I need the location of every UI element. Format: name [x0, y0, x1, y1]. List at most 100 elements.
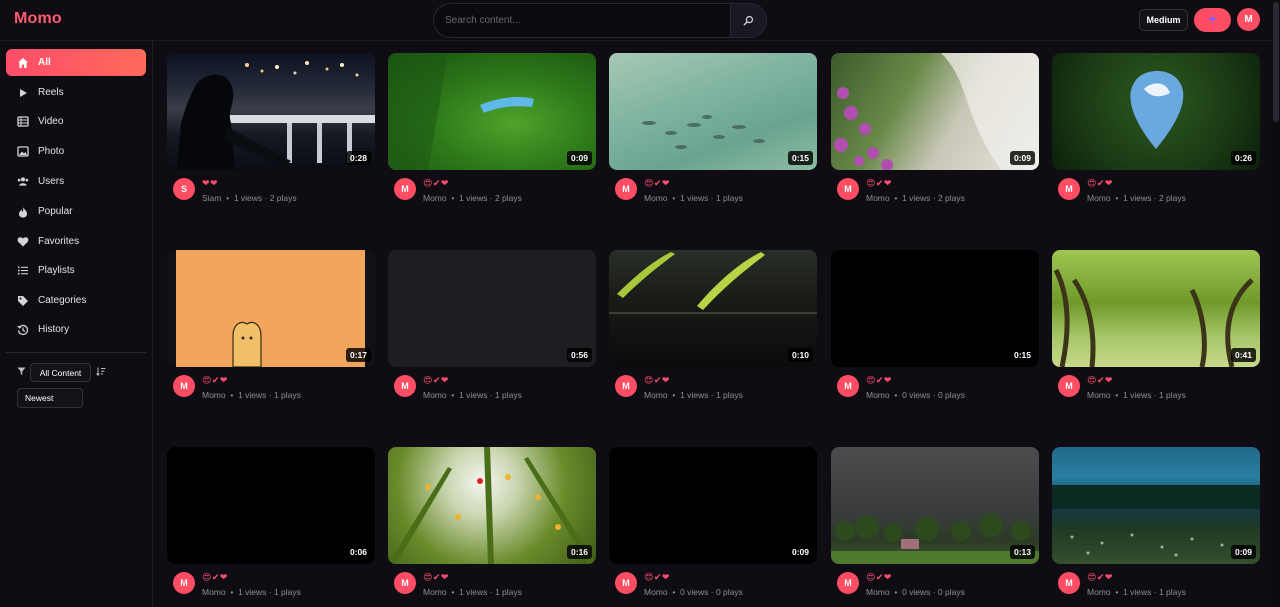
- author-name[interactable]: Momo: [423, 390, 447, 400]
- author-name[interactable]: Momo: [644, 587, 668, 597]
- reaction-icons: 😍✔❤: [423, 572, 449, 582]
- avatar[interactable]: M: [173, 572, 195, 594]
- avatar[interactable]: M: [837, 178, 859, 200]
- video-thumbnail[interactable]: 0:41: [1052, 250, 1260, 367]
- video-thumbnail[interactable]: 0:28: [167, 53, 375, 170]
- view-stats: 1 views · 1 plays: [459, 390, 522, 400]
- video-thumbnail[interactable]: 0:15: [609, 53, 817, 170]
- author-name[interactable]: Momo: [1087, 193, 1111, 203]
- avatar[interactable]: M: [394, 178, 416, 200]
- author-name[interactable]: Momo: [1087, 587, 1111, 597]
- video-thumbnail[interactable]: 0:09: [388, 53, 596, 170]
- content-filter-select[interactable]: All Content: [30, 363, 91, 382]
- sidebar-item-video[interactable]: Video: [6, 108, 146, 135]
- video-thumbnail[interactable]: 0:17: [167, 250, 375, 367]
- sidebar-item-all[interactable]: All: [6, 49, 146, 76]
- avatar[interactable]: M: [1058, 178, 1080, 200]
- card-meta: Momo • 1 views · 1 plays: [423, 390, 522, 400]
- reaction-icons: 😍✔❤: [644, 572, 670, 582]
- card-meta: Momo • 1 views · 1 plays: [423, 587, 522, 597]
- video-thumbnail[interactable]: 0:06: [167, 447, 375, 564]
- duration-badge: 0:09: [787, 545, 813, 559]
- avatar[interactable]: M: [837, 375, 859, 397]
- sidebar-item-playlists[interactable]: Playlists: [6, 257, 146, 284]
- reaction-icons: 😍✔❤: [423, 178, 449, 188]
- view-stats: 1 views · 2 plays: [233, 193, 297, 203]
- image-icon: [17, 146, 29, 158]
- duration-badge: 0:10: [787, 348, 813, 362]
- video-thumbnail[interactable]: 0:10: [609, 250, 817, 367]
- sidebar-item-popular[interactable]: Popular: [6, 198, 146, 225]
- card-meta: Momo • 1 views · 1 plays: [1087, 587, 1186, 597]
- video-thumbnail[interactable]: 0:16: [388, 447, 596, 564]
- sidebar-item-label: Video: [38, 115, 64, 127]
- author-name[interactable]: Momo: [1087, 390, 1111, 400]
- video-thumbnail[interactable]: 0:15: [831, 250, 1039, 367]
- view-stats: 1 views · 1 plays: [238, 390, 301, 400]
- sort-order-select[interactable]: Newest: [17, 388, 83, 408]
- video-thumbnail[interactable]: 0:09: [831, 53, 1039, 170]
- sidebar-item-reels[interactable]: Reels: [6, 79, 146, 106]
- avatar[interactable]: M: [615, 375, 637, 397]
- app-logo[interactable]: Momo: [14, 10, 62, 28]
- author-name[interactable]: Momo: [423, 587, 447, 597]
- view-stats: 1 views · 1 plays: [238, 587, 301, 597]
- avatar[interactable]: M: [615, 572, 637, 594]
- card-meta: Momo • 0 views · 0 plays: [866, 390, 965, 400]
- video-thumbnail[interactable]: 0:56: [388, 250, 596, 367]
- sort-icon[interactable]: [96, 367, 106, 376]
- author-name[interactable]: Momo: [866, 587, 890, 597]
- avatar[interactable]: M: [1058, 572, 1080, 594]
- avatar[interactable]: M: [615, 178, 637, 200]
- video-thumbnail[interactable]: 0:13: [831, 447, 1039, 564]
- user-avatar[interactable]: M: [1237, 8, 1260, 31]
- duration-badge: 0:13: [1009, 545, 1035, 559]
- avatar[interactable]: M: [394, 572, 416, 594]
- author-name[interactable]: Momo: [423, 193, 447, 203]
- avatar[interactable]: M: [1058, 375, 1080, 397]
- home-icon: [17, 57, 29, 69]
- author-name[interactable]: Siam: [202, 193, 221, 203]
- sidebar-item-categories[interactable]: Categories: [6, 287, 146, 314]
- author-name[interactable]: Momo: [202, 390, 226, 400]
- video-thumbnail[interactable]: 0:09: [1052, 447, 1260, 564]
- sidebar-divider: [6, 352, 146, 353]
- author-name[interactable]: Momo: [644, 390, 668, 400]
- card-meta: Momo • 1 views · 1 plays: [644, 193, 743, 203]
- card-meta: Momo • 1 views · 2 plays: [423, 193, 522, 203]
- scrollbar-thumb[interactable]: [1273, 2, 1279, 122]
- sidebar-item-photo[interactable]: Photo: [6, 138, 146, 165]
- card-meta: Momo • 1 views · 1 plays: [1087, 390, 1186, 400]
- author-name[interactable]: Momo: [866, 390, 890, 400]
- avatar[interactable]: M: [173, 375, 195, 397]
- create-button[interactable]: +: [1194, 8, 1231, 32]
- sidebar-item-label: All: [38, 56, 51, 68]
- video-thumbnail[interactable]: 0:26: [1052, 53, 1260, 170]
- sidebar-item-label: History: [38, 323, 70, 335]
- duration-badge: 0:06: [345, 545, 371, 559]
- sidebar-item-history[interactable]: History: [6, 316, 146, 343]
- search-icon: [743, 15, 754, 26]
- sidebar-item-label: Users: [38, 175, 65, 187]
- quality-selector[interactable]: Medium: [1139, 9, 1188, 31]
- reaction-icons: 😍✔❤: [866, 572, 892, 582]
- author-name[interactable]: Momo: [644, 193, 668, 203]
- sidebar-item-favorites[interactable]: Favorites: [6, 228, 146, 255]
- search-button[interactable]: [730, 4, 766, 37]
- view-stats: 1 views · 2 plays: [902, 193, 965, 203]
- view-stats: 1 views · 1 plays: [680, 390, 743, 400]
- avatar[interactable]: M: [394, 375, 416, 397]
- page-scrollbar[interactable]: [1272, 0, 1280, 607]
- avatar[interactable]: S: [173, 178, 195, 200]
- top-bar: Momo Medium + M: [0, 0, 1272, 41]
- author-name[interactable]: Momo: [202, 587, 226, 597]
- video-thumbnail[interactable]: 0:09: [609, 447, 817, 564]
- avatar[interactable]: M: [837, 572, 859, 594]
- search-input[interactable]: [434, 4, 732, 37]
- duration-badge: 0:15: [1009, 348, 1035, 362]
- sidebar-item-users[interactable]: Users: [6, 168, 146, 195]
- author-name[interactable]: Momo: [866, 193, 890, 203]
- reaction-icons: 😍✔❤: [644, 375, 670, 385]
- card-meta: Momo • 1 views · 1 plays: [202, 390, 301, 400]
- view-stats: 1 views · 1 plays: [1123, 587, 1186, 597]
